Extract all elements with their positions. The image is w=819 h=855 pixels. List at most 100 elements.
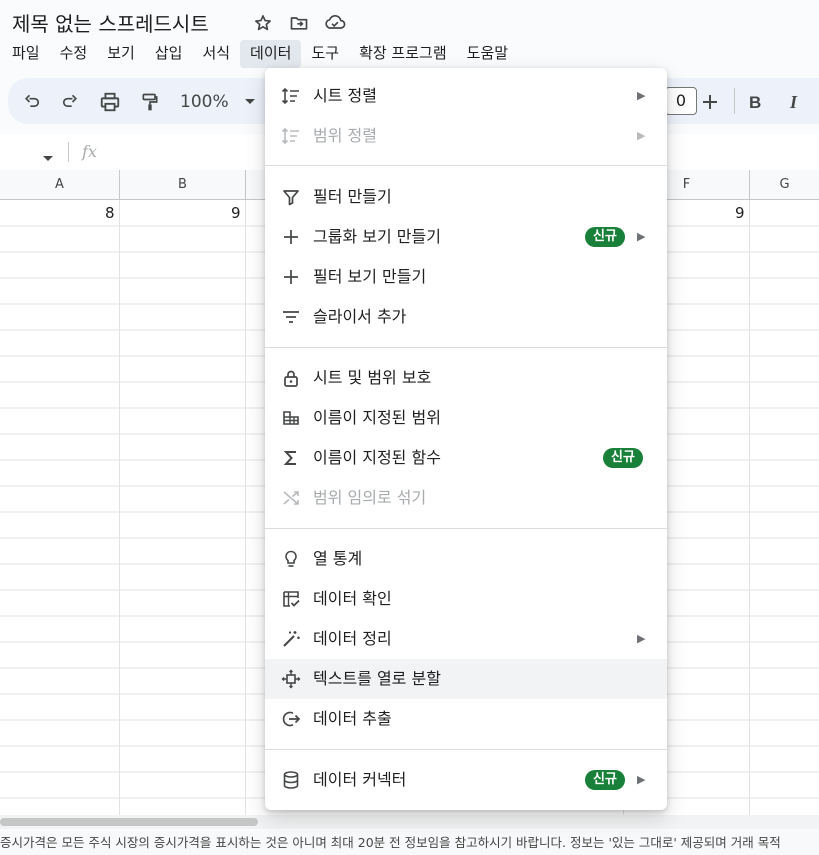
menu-item-label: 이름이 지정된 함수 <box>313 448 441 467</box>
menu-help[interactable]: 도움말 <box>457 40 518 68</box>
print-icon[interactable] <box>98 90 122 114</box>
fx-icon: fx <box>82 142 97 161</box>
cell-a1[interactable]: 8 <box>105 204 115 222</box>
menu-item-create-filter[interactable]: 필터 만들기 <box>265 177 667 217</box>
plus-icon <box>281 267 301 287</box>
menu-item-create-filter-view[interactable]: 필터 보기 만들기 <box>265 257 667 297</box>
menu-view[interactable]: 보기 <box>97 40 145 68</box>
lock-icon <box>281 368 301 388</box>
menu-bar: 파일 수정 보기 삽입 서식 데이터 도구 확장 프로그램 도움말 <box>0 40 518 68</box>
menu-item-data-validation[interactable]: 데이터 확인 <box>265 579 667 619</box>
menu-item-label: 데이터 커넥터 <box>313 770 407 789</box>
extract-icon <box>281 709 301 729</box>
title-bar: 제목 없는 스프레드시트 <box>0 0 819 40</box>
submenu-arrow-icon: ▶ <box>637 230 646 243</box>
submenu-arrow-icon: ▶ <box>637 632 646 645</box>
menu-item-label: 그룹화 보기 만들기 <box>313 227 441 246</box>
name-box-dropdown-icon[interactable] <box>42 148 54 167</box>
menu-item-label: 열 통계 <box>313 549 363 568</box>
menu-item-label: 범위 임의로 섞기 <box>313 488 427 507</box>
filter-icon <box>281 187 301 207</box>
menu-item-protect[interactable]: 시트 및 범위 보호 <box>265 358 667 398</box>
new-badge: 신규 <box>585 770 625 790</box>
data-menu-dropdown: 시트 정렬 ▶ 범위 정렬 ▶ 필터 만들기 그룹화 보기 만들기 신규 ▶ 필… <box>265 68 667 810</box>
redo-icon[interactable] <box>58 90 82 114</box>
menu-item-label: 데이터 정리 <box>313 629 392 648</box>
sort-range-icon <box>281 126 301 146</box>
font-size-input[interactable]: 0 <box>665 87 697 115</box>
menu-file[interactable]: 파일 <box>0 40 50 68</box>
sigma-icon <box>281 448 301 468</box>
undo-icon[interactable] <box>20 90 44 114</box>
menu-extensions[interactable]: 확장 프로그램 <box>349 40 457 68</box>
svg-text:I: I <box>789 93 798 111</box>
svg-text:B: B <box>749 93 761 111</box>
scrollbar-thumb[interactable] <box>0 818 258 826</box>
menu-item-data-cleanup[interactable]: 데이터 정리 ▶ <box>265 619 667 659</box>
menu-separator <box>265 165 667 166</box>
menu-item-split-text-to-columns[interactable]: 텍스트를 열로 분할 <box>265 659 667 699</box>
database-icon <box>281 770 301 790</box>
increase-font-size-icon[interactable] <box>698 90 722 114</box>
lightbulb-icon <box>281 549 301 569</box>
menu-separator <box>265 749 667 750</box>
menu-item-data-connectors[interactable]: 데이터 커넥터 신규 ▶ <box>265 760 667 800</box>
submenu-arrow-icon: ▶ <box>637 129 646 142</box>
paint-format-icon[interactable] <box>138 90 162 114</box>
column-header-b[interactable]: B <box>120 170 246 200</box>
named-range-icon <box>281 408 301 428</box>
horizontal-scrollbar[interactable] <box>0 815 819 829</box>
cell-b1[interactable]: 9 <box>231 204 241 222</box>
menu-edit[interactable]: 수정 <box>50 40 98 68</box>
menu-item-randomize-range: 범위 임의로 섞기 <box>265 478 667 518</box>
star-icon[interactable] <box>252 12 274 34</box>
move-folder-icon[interactable] <box>288 12 310 34</box>
bold-icon[interactable]: B <box>743 90 767 114</box>
menu-item-column-stats[interactable]: 열 통계 <box>265 539 667 579</box>
column-header-a[interactable]: A <box>0 170 120 200</box>
toolbar-divider <box>734 88 735 114</box>
zoom-select[interactable]: 100% <box>180 92 229 112</box>
split-icon <box>281 669 301 689</box>
menu-item-named-ranges[interactable]: 이름이 지정된 범위 <box>265 398 667 438</box>
menu-item-label: 슬라이서 추가 <box>313 307 407 326</box>
menu-item-label: 범위 정렬 <box>313 126 377 145</box>
slicer-icon <box>281 307 301 327</box>
menu-item-label: 필터 보기 만들기 <box>313 267 427 286</box>
submenu-arrow-icon: ▶ <box>637 89 646 102</box>
menu-item-label: 데이터 추출 <box>313 709 392 728</box>
submenu-arrow-icon: ▶ <box>637 773 646 786</box>
sort-icon <box>281 86 301 106</box>
new-badge: 신규 <box>585 227 625 247</box>
menu-item-label: 필터 만들기 <box>313 187 392 206</box>
chevron-down-icon[interactable] <box>238 90 262 114</box>
menu-item-sort-sheet[interactable]: 시트 정렬 ▶ <box>265 76 667 116</box>
menu-item-data-extraction[interactable]: 데이터 추출 <box>265 699 667 739</box>
formula-divider <box>68 142 69 162</box>
market-data-disclaimer: 증시가격은 모든 주식 시장의 증시가격을 표시하는 것은 아니며 최대 20분… <box>0 831 819 855</box>
menu-item-label: 시트 정렬 <box>313 86 377 105</box>
menu-item-label: 데이터 확인 <box>313 589 392 608</box>
menu-item-create-group-view[interactable]: 그룹화 보기 만들기 신규 ▶ <box>265 217 667 257</box>
menu-data[interactable]: 데이터 <box>240 40 302 68</box>
column-header-g[interactable]: G <box>750 170 819 200</box>
new-badge: 신규 <box>603 448 643 468</box>
menu-item-named-functions[interactable]: 이름이 지정된 함수 신규 <box>265 438 667 478</box>
menu-item-label: 시트 및 범위 보호 <box>313 368 432 387</box>
italic-icon[interactable]: I <box>783 90 807 114</box>
menu-item-sort-range: 범위 정렬 ▶ <box>265 116 667 156</box>
menu-tools[interactable]: 도구 <box>301 40 349 68</box>
plus-icon <box>281 227 301 247</box>
menu-format[interactable]: 서식 <box>192 40 240 68</box>
menu-item-label: 이름이 지정된 범위 <box>313 408 441 427</box>
menu-separator <box>265 528 667 529</box>
menu-item-label: 텍스트를 열로 분할 <box>313 669 441 688</box>
magic-wand-icon <box>281 629 301 649</box>
menu-insert[interactable]: 삽입 <box>145 40 193 68</box>
shuffle-icon <box>281 488 301 508</box>
document-title[interactable]: 제목 없는 스프레드시트 <box>12 8 209 37</box>
cloud-status-icon[interactable] <box>324 12 346 34</box>
data-validation-icon <box>281 589 301 609</box>
cell-f1[interactable]: 9 <box>735 204 745 222</box>
menu-item-add-slicer[interactable]: 슬라이서 추가 <box>265 297 667 337</box>
